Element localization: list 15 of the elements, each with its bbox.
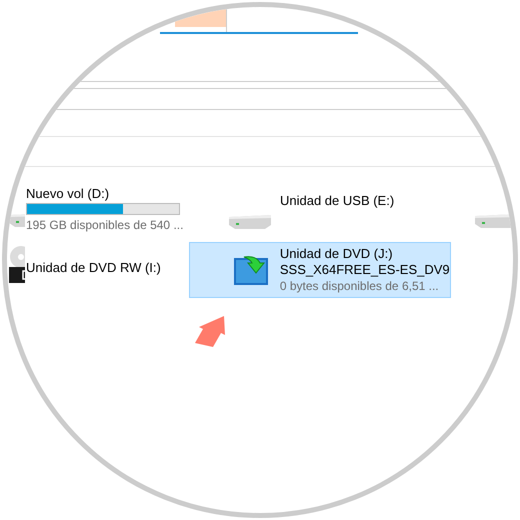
free-space-text: 195 GB disponibles de 540 ... (26, 217, 184, 233)
drive-tile[interactable]: Unidad de USB (E:) (228, 185, 396, 230)
drive-name: Unidad de DVD (J:) (280, 246, 394, 262)
volume-label: SSS_X64FREE_ES-ES_DV9 (280, 262, 450, 278)
free-space-text: 0 bytes disponibles de 6,51 ... (280, 278, 440, 294)
drive-icon (229, 215, 271, 229)
drive-tile[interactable]: Nuevo vol (D:) 195 GB disponibles de 540 ... (25, 185, 221, 234)
drive-name: Nuevo vol (D:) (26, 186, 110, 202)
highlight-cell (175, 7, 226, 27)
drive-tile[interactable]: Unidad de DVD RW (I:) (25, 242, 162, 298)
drive-tile[interactable]: Unidad de DVD (J:) SSS_X64FREE_ES-ES_DV9 0 bytes disponibles de 6,51 ... (188, 242, 451, 298)
drive-name: Unidad de USB (E:) (280, 193, 394, 209)
drive-name: Unidad de DVD RW (I:) (26, 260, 161, 276)
drive-icon (475, 214, 513, 228)
dvd-drive-icon (234, 255, 268, 285)
